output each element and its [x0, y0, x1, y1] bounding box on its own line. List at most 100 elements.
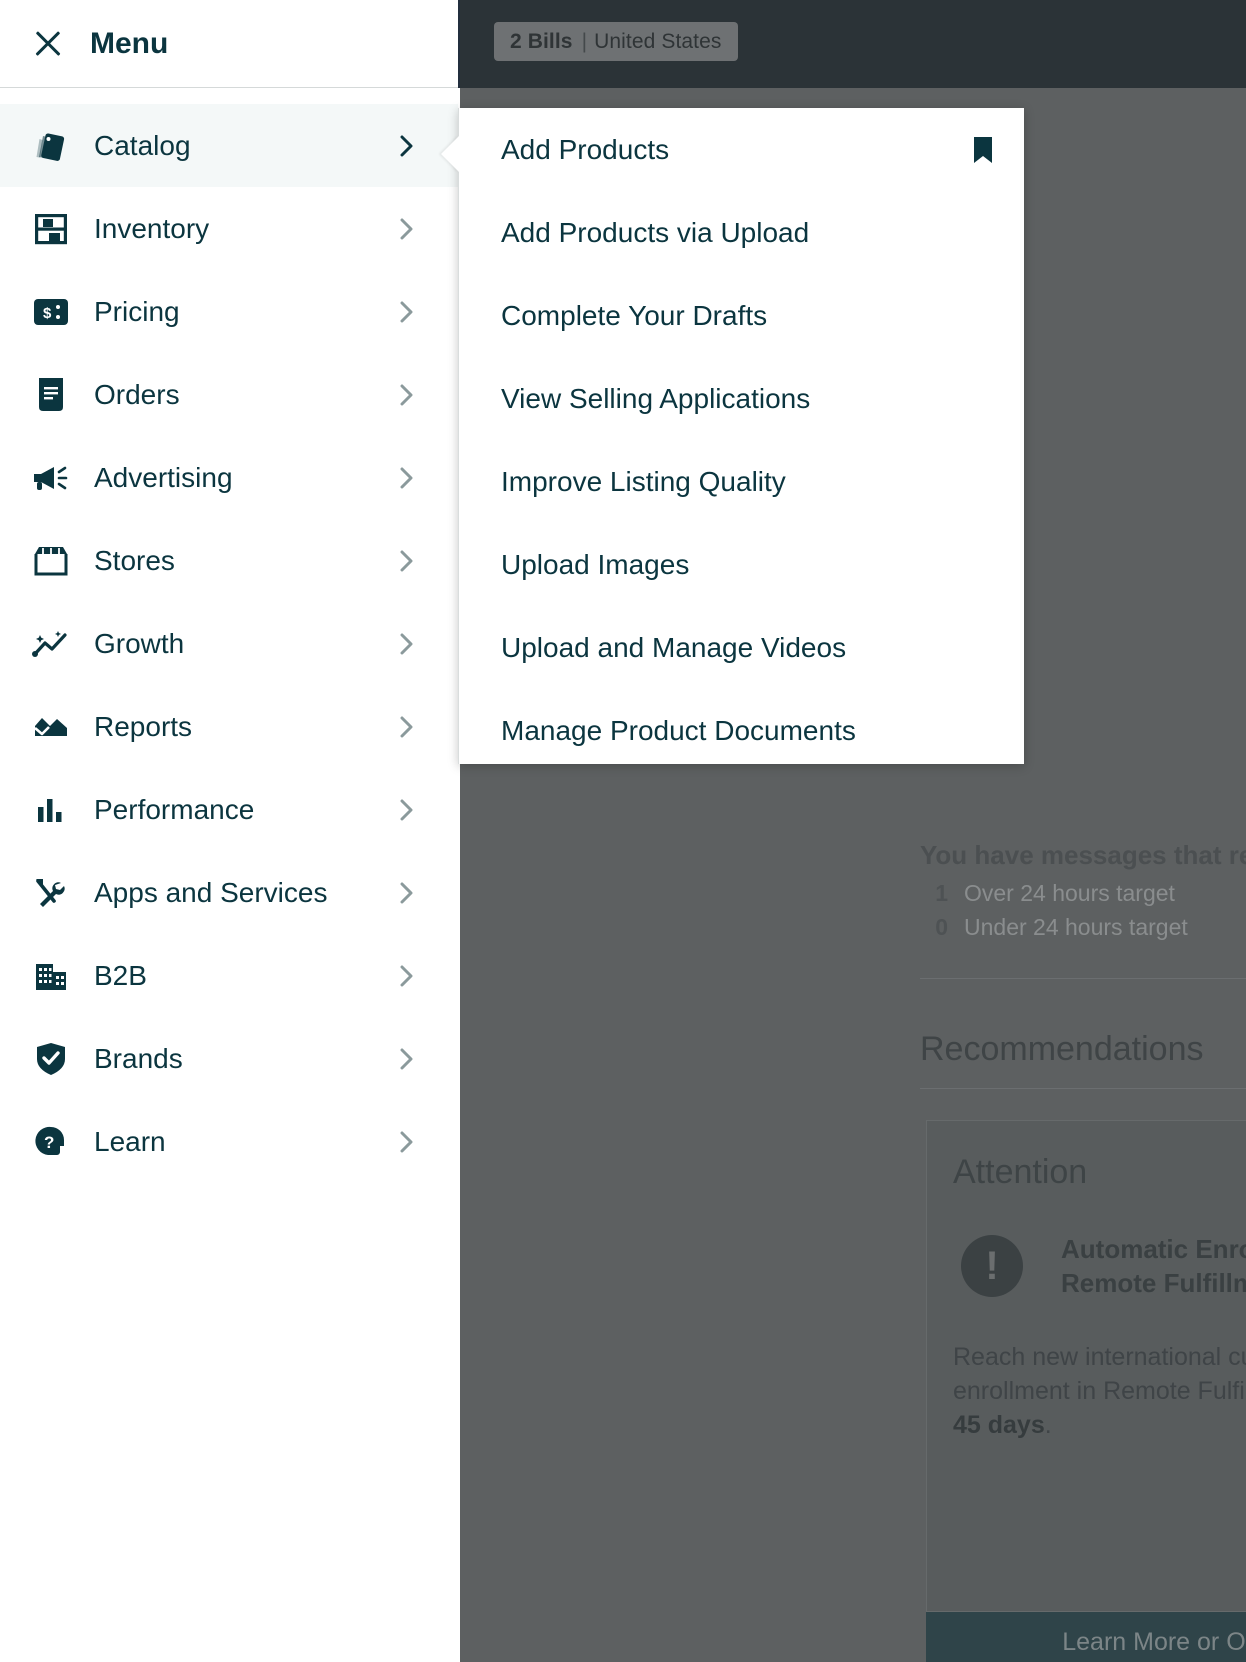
sidebar-header: Menu — [0, 0, 458, 88]
divider — [920, 1088, 1246, 1089]
submenu-item-upload-images[interactable]: Upload Images — [459, 523, 1024, 606]
attention-card: Attention ⋯ ! Automatic Enrollment in Re… — [926, 1120, 1246, 1612]
chevron-right-icon — [396, 550, 418, 572]
submenu-item-label: Add Products — [501, 134, 669, 166]
chevron-right-icon — [396, 135, 418, 157]
sidebar-item-reports[interactable]: Reports — [0, 685, 458, 768]
messages-title: You have messages that require a respons… — [920, 840, 1246, 871]
sidebar-item-label: Brands — [94, 1043, 183, 1075]
messages-row: 1 Over 24 hours target — [920, 880, 1246, 908]
bills-marketplace-badge[interactable]: 2 Bills | United States — [494, 22, 738, 61]
submenu-item-add-products-via-upload[interactable]: Add Products via Upload — [459, 191, 1024, 274]
navigation-sidebar: Menu Catalog — [0, 0, 458, 1662]
sidebar-item-label: Stores — [94, 545, 175, 577]
submenu-item-label: Upload Images — [501, 549, 689, 581]
messages-count: 0 — [920, 914, 948, 941]
sidebar-item-brands[interactable]: Brands — [0, 1017, 458, 1100]
sidebar-item-b2b[interactable]: B2B — [0, 934, 458, 1017]
sidebar-item-stores[interactable]: Stores — [0, 519, 458, 602]
sidebar-title: Menu — [90, 27, 168, 61]
submenu-item-label: Upload and Manage Videos — [501, 632, 846, 664]
chevron-right-icon — [396, 218, 418, 240]
sidebar-item-catalog[interactable]: Catalog — [0, 104, 458, 187]
submenu-item-view-selling-applications[interactable]: View Selling Applications — [459, 357, 1024, 440]
sidebar-item-pricing[interactable]: $ Pricing — [0, 270, 458, 353]
marketplace-label: United States — [594, 30, 721, 54]
badge-separator: | — [582, 30, 588, 54]
sidebar-item-label: Inventory — [94, 213, 209, 245]
svg-text:?: ? — [44, 1133, 54, 1152]
sidebar-item-inventory[interactable]: Inventory — [0, 187, 458, 270]
sidebar-item-label: Apps and Services — [94, 877, 327, 909]
submenu-item-label: Add Products via Upload — [501, 217, 809, 249]
sidebar-item-label: Catalog — [94, 130, 191, 162]
messages-label: Under 24 hours target — [964, 914, 1188, 941]
submenu-item-label: Manage Product Documents — [501, 715, 856, 747]
submenu-item-label: Improve Listing Quality — [501, 466, 786, 498]
chevron-right-icon — [396, 467, 418, 489]
sidebar-item-orders[interactable]: Orders — [0, 353, 458, 436]
megaphone-icon — [30, 457, 72, 499]
sidebar-item-label: B2B — [94, 960, 147, 992]
svg-text:$: $ — [43, 305, 52, 322]
submenu-pointer-arrow — [441, 136, 459, 172]
sidebar-item-label: Performance — [94, 794, 254, 826]
inventory-shelf-icon — [30, 208, 72, 250]
submenu-item-label: Complete Your Drafts — [501, 300, 767, 332]
submenu-item-complete-your-drafts[interactable]: Complete Your Drafts — [459, 274, 1024, 357]
storefront-icon — [30, 540, 72, 582]
attention-card-cta-button[interactable]: Learn More or Opt Out — [926, 1612, 1246, 1662]
app-root: 2 Bills | United States hear your tho by… — [0, 0, 1246, 1662]
pricing-tag-icon: $ — [30, 291, 72, 333]
chevron-right-icon — [396, 882, 418, 904]
orders-receipt-icon — [30, 374, 72, 416]
sidebar-item-apps-and-services[interactable]: Apps and Services — [0, 851, 458, 934]
chevron-right-icon — [396, 633, 418, 655]
close-icon[interactable] — [30, 26, 66, 62]
attention-card-heading: Automatic Enrollment in Remote Fulfillme… — [1061, 1233, 1246, 1301]
submenu-item-upload-and-manage-videos[interactable]: Upload and Manage Videos — [459, 606, 1024, 689]
sidebar-item-label: Learn — [94, 1126, 166, 1158]
chevron-right-icon — [396, 1048, 418, 1070]
submenu-item-improve-listing-quality[interactable]: Improve Listing Quality — [459, 440, 1024, 523]
sidebar-item-label: Reports — [94, 711, 192, 743]
bookmark-icon[interactable] — [972, 136, 994, 164]
attention-card-title: Attention — [953, 1153, 1087, 1192]
chevron-right-icon — [396, 301, 418, 323]
building-icon — [30, 955, 72, 997]
submenu-item-label: View Selling Applications — [501, 383, 810, 415]
chevron-right-icon — [396, 799, 418, 821]
submenu-item-manage-product-documents[interactable]: Manage Product Documents — [459, 689, 1024, 772]
bills-count-label: 2 Bills — [510, 30, 573, 54]
attention-body-prefix: Reach new international customers. Your … — [953, 1343, 1246, 1405]
chevron-right-icon — [396, 384, 418, 406]
catalog-icon — [30, 125, 72, 167]
exclamation-circle-icon: ! — [961, 1235, 1023, 1297]
bar-chart-icon — [30, 789, 72, 831]
sidebar-item-label: Growth — [94, 628, 184, 660]
divider — [920, 978, 1246, 979]
attention-card-body: Reach new international customers. Your … — [953, 1341, 1246, 1442]
tools-icon — [30, 872, 72, 914]
chevron-right-icon — [396, 716, 418, 738]
recommendations-heading: Recommendations — [920, 1030, 1203, 1069]
sidebar-item-advertising[interactable]: Advertising — [0, 436, 458, 519]
shield-check-icon — [30, 1038, 72, 1080]
messages-row: 0 Under 24 hours target — [920, 914, 1246, 942]
sidebar-item-learn[interactable]: ? Learn — [0, 1100, 458, 1183]
chevron-right-icon — [396, 965, 418, 987]
sidebar-item-performance[interactable]: Performance — [0, 768, 458, 851]
sidebar-item-growth[interactable]: Growth — [0, 602, 458, 685]
sidebar-item-label: Advertising — [94, 462, 233, 494]
attention-body-suffix: . — [1045, 1411, 1052, 1439]
messages-label: Over 24 hours target — [964, 880, 1175, 907]
reports-mountain-icon — [30, 706, 72, 748]
submenu-item-add-products[interactable]: Add Products — [459, 108, 1024, 191]
sidebar-item-list: Catalog Inventory — [0, 88, 458, 1183]
sidebar-item-label: Pricing — [94, 296, 180, 328]
question-head-icon: ? — [30, 1121, 72, 1163]
growth-chart-icon — [30, 623, 72, 665]
catalog-submenu-panel: Add Products Add Products via Upload Com… — [458, 108, 1024, 764]
messages-count: 1 — [920, 880, 948, 907]
chevron-right-icon — [396, 1131, 418, 1153]
